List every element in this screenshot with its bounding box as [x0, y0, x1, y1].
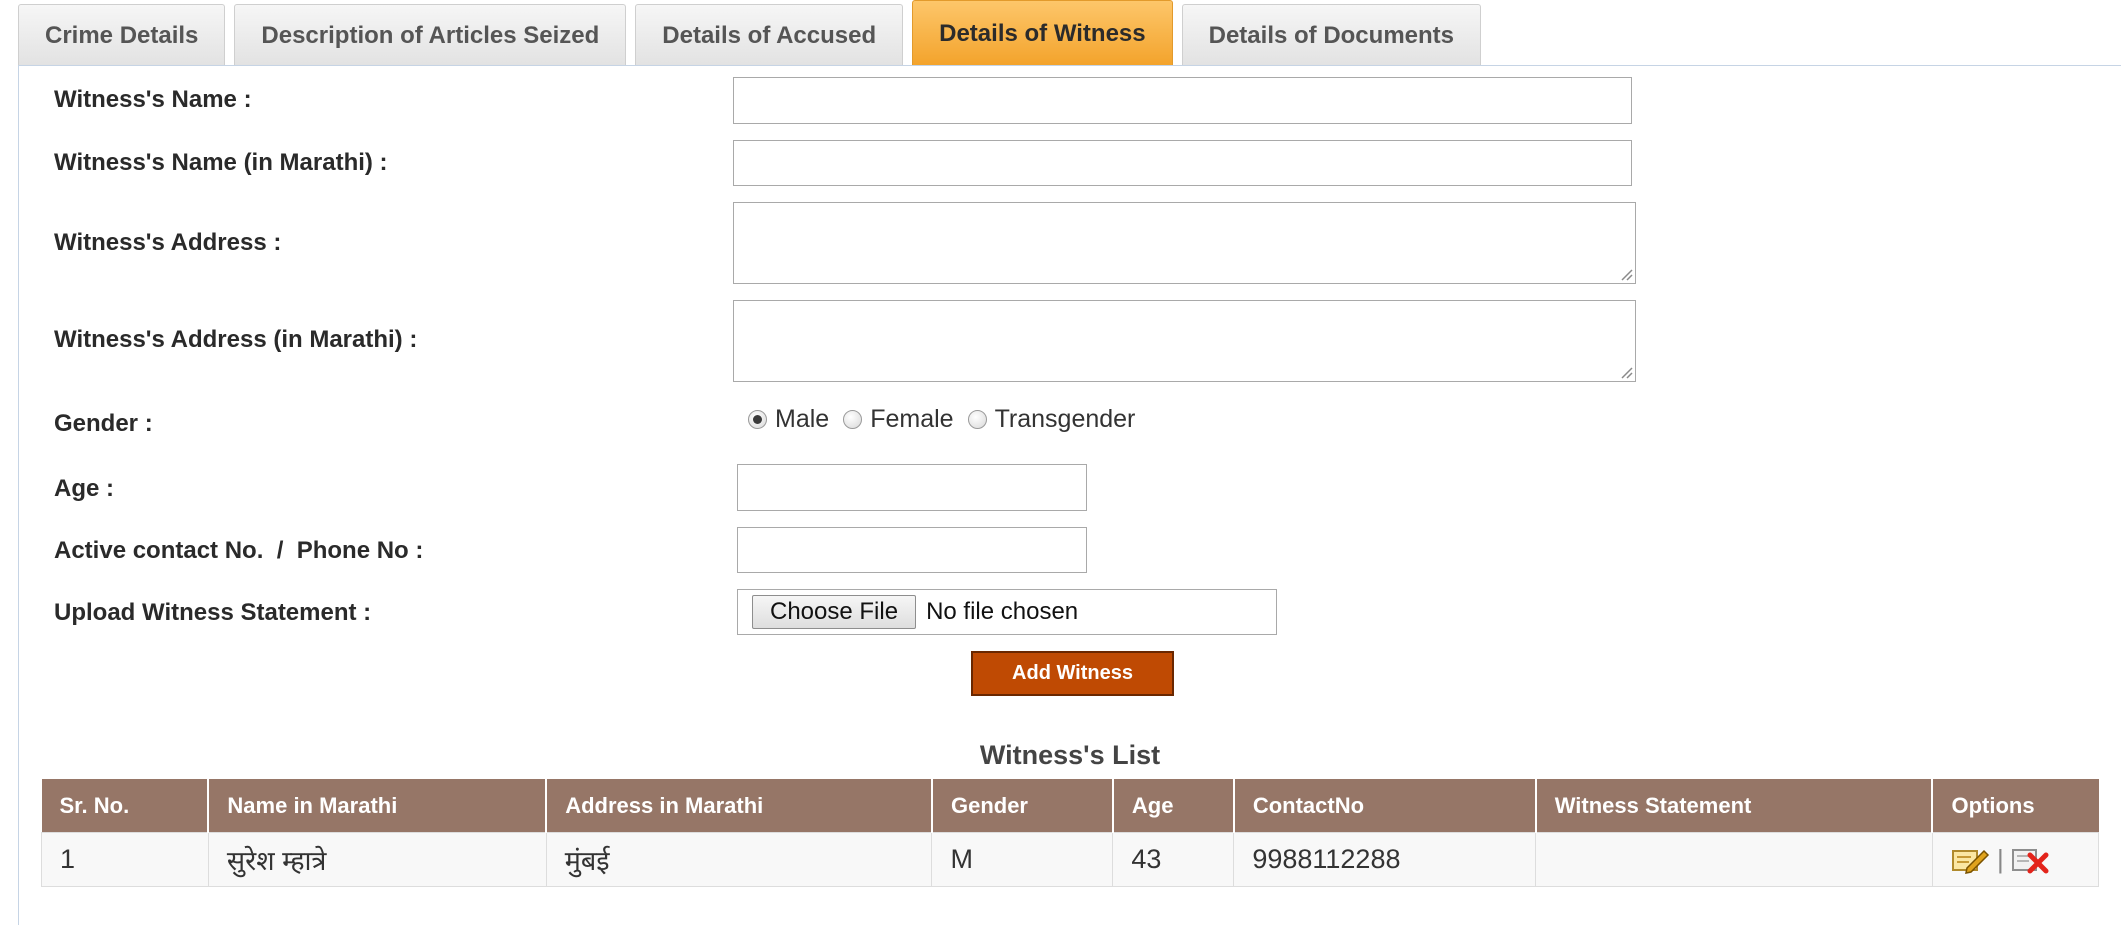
witness-name-input[interactable]	[734, 78, 1631, 123]
resize-grip-icon[interactable]	[1619, 267, 1633, 281]
cell-address-marathi: मुंबई	[545, 832, 933, 887]
gender-transgender-radio[interactable]	[967, 410, 987, 429]
witness-name-label: Witness's Name :	[54, 86, 252, 113]
column-header: Sr. No.	[41, 779, 210, 833]
witness-address-label: Witness's Address :	[54, 229, 282, 256]
file-upload[interactable]: Choose File No file chosen	[737, 589, 1277, 635]
contact-label: Active contact No. / Phone No :	[54, 537, 424, 564]
choose-file-button[interactable]: Choose File	[752, 595, 917, 629]
witness-address-marathi-field[interactable]	[733, 300, 1636, 382]
witness-name-marathi-field[interactable]	[733, 140, 1632, 186]
delete-icon[interactable]	[2010, 846, 2052, 874]
tab-articles-seized[interactable]: Description of Articles Seized	[234, 4, 627, 66]
witness-name-marathi-input[interactable]	[734, 141, 1631, 185]
column-header: Age	[1112, 779, 1235, 833]
gender-option-label: Female	[870, 405, 954, 433]
gender-label: Gender :	[54, 410, 153, 437]
column-header: Name in Marathi	[208, 779, 548, 833]
age-field[interactable]	[737, 464, 1087, 511]
age-label: Age :	[54, 475, 114, 502]
gender-male-radio[interactable]	[748, 410, 767, 429]
contact-input[interactable]	[738, 528, 1086, 572]
cell-options: |	[1931, 832, 2100, 887]
witness-name-field[interactable]	[733, 77, 1632, 124]
resize-grip-icon[interactable]	[1619, 365, 1633, 379]
cell-age: 43	[1112, 832, 1235, 887]
witness-name-marathi-label: Witness's Name (in Marathi) :	[54, 149, 388, 176]
gender-option-label: Transgender	[994, 405, 1136, 433]
witness-address-textarea[interactable]	[734, 203, 1635, 283]
file-status-text: No file chosen	[926, 598, 1079, 625]
cell-statement	[1535, 832, 1933, 887]
witness-list-title: Witness's List	[979, 740, 1161, 770]
cell-sr-no: 1	[41, 832, 209, 887]
column-header: ContactNo	[1233, 779, 1537, 833]
cell-gender: M	[931, 832, 1114, 887]
add-witness-button[interactable]: Add Witness	[971, 651, 1174, 696]
contact-field[interactable]	[737, 527, 1087, 573]
witness-table: Sr. No. Name in Marathi Address in Marat…	[41, 779, 2100, 887]
column-header: Gender	[931, 779, 1114, 833]
table-header-row: Sr. No. Name in Marathi Address in Marat…	[41, 779, 2099, 833]
table-row: 1 सुरेश म्हात्रे मुंबई M 43 9988112288 |	[41, 832, 2100, 887]
witness-address-marathi-textarea[interactable]	[734, 301, 1635, 381]
cell-contact: 9988112288	[1233, 832, 1537, 887]
tab-crime-details[interactable]: Crime Details	[18, 4, 226, 66]
tab-accused[interactable]: Details of Accused	[635, 4, 904, 66]
edit-icon[interactable]	[1951, 846, 1991, 874]
column-header: Address in Marathi	[546, 779, 933, 833]
tab-bar: Crime Details Description of Articles Se…	[18, 0, 1490, 66]
options-separator: |	[1996, 844, 2004, 874]
tab-documents[interactable]: Details of Documents	[1181, 4, 1482, 66]
upload-statement-label: Upload Witness Statement :	[54, 599, 372, 626]
witness-address-marathi-label: Witness's Address (in Marathi) :	[54, 326, 418, 353]
gender-option-label: Male	[775, 405, 830, 433]
tab-witness[interactable]: Details of Witness	[912, 0, 1173, 66]
age-input[interactable]	[738, 465, 1086, 510]
gender-female-radio[interactable]	[843, 410, 863, 429]
witness-address-field[interactable]	[733, 202, 1636, 284]
column-header: Options	[1932, 779, 2099, 833]
cell-name-marathi: सुरेश म्हात्रे	[207, 832, 547, 887]
gender-radio-group: Male Female Transgender	[748, 405, 1149, 434]
column-header: Witness Statement	[1535, 779, 1934, 833]
